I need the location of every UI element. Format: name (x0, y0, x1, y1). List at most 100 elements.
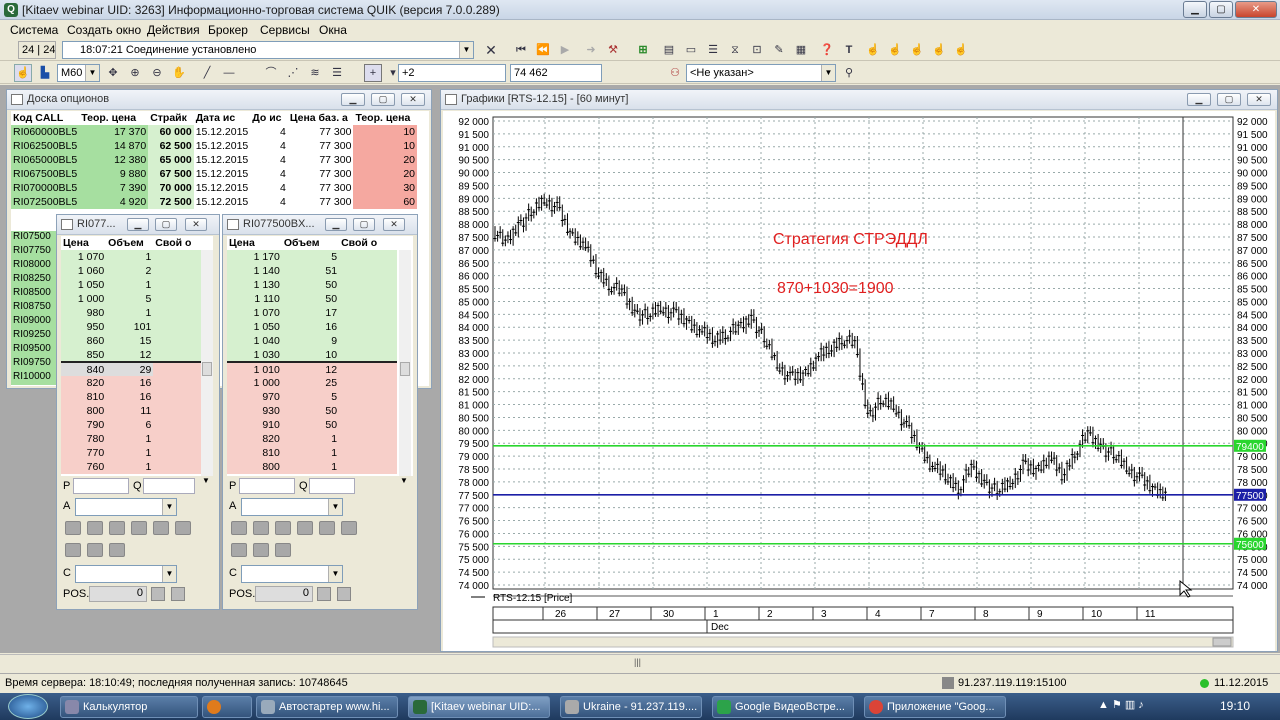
chart-bars-icon[interactable]: ▙ (36, 64, 54, 82)
value-field[interactable]: 74 462 (510, 64, 602, 82)
user-search-icon[interactable]: ⚲ (840, 64, 858, 82)
order-action-button[interactable] (131, 521, 147, 535)
hline-icon[interactable]: — (220, 64, 238, 82)
sell-row[interactable]: 1 050 16 (227, 320, 397, 334)
play-icon[interactable]: ▶ (556, 41, 574, 59)
pointer-icon[interactable]: ☝ (14, 64, 32, 82)
tray-icons[interactable]: ▲ ⚑ ▥ ♪ (1098, 698, 1144, 711)
col-header[interactable]: Свой о (153, 236, 201, 250)
order-action-button[interactable] (275, 543, 291, 557)
col-header[interactable]: Теор. цена (353, 111, 417, 125)
levels-icon[interactable]: ☰ (328, 64, 346, 82)
task-autostarter[interactable]: Автостартер www.hi... (256, 696, 398, 718)
order-action-button[interactable] (175, 521, 191, 535)
window-icon[interactable]: ▭ (682, 41, 700, 59)
sell-row[interactable]: 1 070 17 (227, 306, 397, 320)
buy-row[interactable]: 1 000 25 (227, 376, 397, 390)
order-client-select[interactable]: ▼ (241, 565, 343, 583)
sell-row[interactable]: 1 000 5 (61, 292, 201, 306)
sell-row[interactable]: 1 050 1 (61, 278, 201, 292)
price-chart[interactable]: 92 000 92 000 91 500 91 500 91 000 91 000 90 5… (443, 111, 1275, 651)
chevron-down-icon[interactable]: ▼ (821, 65, 835, 81)
chevron-down-icon[interactable]: ▼ (162, 499, 176, 515)
order-action-button[interactable] (253, 521, 269, 535)
chevron-down-icon[interactable]: ▼ (328, 566, 342, 582)
sell-row[interactable]: 1 060 2 (61, 264, 201, 278)
horizontal-scrollbar[interactable]: ||| (0, 654, 1280, 670)
close-button[interactable]: ✕ (1247, 93, 1271, 106)
hand-icon[interactable]: ☝ (864, 41, 882, 59)
close-x-icon[interactable]: ✕ (482, 41, 500, 59)
list-icon[interactable]: ☰ (704, 41, 722, 59)
menu-windows[interactable]: Окна (319, 23, 347, 37)
arrow-right-icon[interactable]: ➜ (582, 41, 600, 59)
account-combo[interactable]: <Не указан> ▼ (686, 64, 836, 82)
scroll-thumb[interactable] (202, 362, 212, 376)
buy-row[interactable]: 840 29 (61, 362, 201, 376)
pos-button[interactable] (317, 587, 331, 601)
grid-icon[interactable]: ▦ (792, 41, 810, 59)
buy-row[interactable]: 790 6 (61, 418, 201, 432)
task-google-hangouts[interactable]: Google ВидеоВстре... (712, 696, 854, 718)
buy-row[interactable]: 800 11 (61, 404, 201, 418)
maximize-button[interactable]: ▢ (1209, 1, 1233, 18)
buy-row[interactable]: 970 5 (227, 390, 397, 404)
chevron-down-icon[interactable]: ▼ (85, 65, 99, 81)
buy-row[interactable]: 780 1 (61, 432, 201, 446)
menu-services[interactable]: Сервисы (260, 23, 310, 37)
hand2-icon[interactable]: ☝ (886, 41, 904, 59)
table-row[interactable]: RI065000BL5 12 380 65 000 15.12.2015 4 77 300… (11, 153, 417, 167)
table-icon[interactable]: ▤ (660, 41, 678, 59)
sell-row[interactable]: 1 140 51 (227, 264, 397, 278)
hand-pan-icon[interactable]: ✋ (170, 64, 188, 82)
sell-row[interactable]: 1 070 1 (61, 250, 201, 264)
sell-row[interactable]: 1 170 5 (227, 250, 397, 264)
order-action-button[interactable] (319, 521, 335, 535)
order-client-select[interactable]: ▼ (75, 565, 177, 583)
order-action-button[interactable] (253, 543, 269, 557)
sell-row[interactable]: 950 101 (61, 320, 201, 334)
buy-row[interactable]: 760 1 (61, 460, 201, 474)
maximize-button[interactable]: ▢ (155, 218, 177, 231)
order-qty-input[interactable] (309, 478, 355, 494)
col-header[interactable]: Цена (61, 236, 107, 250)
order-action-button[interactable] (87, 543, 103, 557)
scrollbar[interactable]: ▼ (399, 250, 411, 485)
order-account-select[interactable]: ▼ (75, 498, 177, 516)
close-button[interactable]: ✕ (383, 218, 405, 231)
col-header[interactable]: Объем (106, 236, 154, 250)
order-price-input[interactable] (239, 478, 295, 494)
buy-row[interactable]: 770 1 (61, 446, 201, 460)
col-header[interactable]: Объем (281, 236, 340, 250)
close-button[interactable]: ✕ (1235, 1, 1277, 18)
order-account-select[interactable]: ▼ (241, 498, 343, 516)
chevron-down-icon[interactable]: ▼ (459, 42, 473, 58)
task-ukraine[interactable]: Ukraine - 91.237.119.... (560, 696, 702, 718)
line-icon[interactable]: ╱ (198, 64, 216, 82)
start-button[interactable] (8, 694, 48, 719)
sell-row[interactable]: 1 030 10 (227, 348, 397, 362)
order-action-button[interactable] (341, 521, 357, 535)
sell-row[interactable]: 1 110 50 (227, 292, 397, 306)
task-calculator[interactable]: Калькулятор (60, 696, 198, 718)
interval-combo[interactable]: M60 ▼ (57, 64, 100, 82)
fibo-icon[interactable]: ≋ (306, 64, 324, 82)
zoom-in-icon[interactable]: ⊕ (126, 64, 144, 82)
sell-row[interactable]: 980 1 (61, 306, 201, 320)
maximize-button[interactable]: ▢ (1217, 93, 1241, 106)
order-action-button[interactable] (153, 521, 169, 535)
zoom-out-icon[interactable]: ⊖ (148, 64, 166, 82)
step-field[interactable]: +2 (398, 64, 506, 82)
text-icon[interactable]: T (840, 41, 858, 59)
buy-row[interactable]: 810 1 (227, 446, 397, 460)
first-icon[interactable]: ⏮ (512, 41, 530, 59)
order-action-button[interactable] (297, 521, 313, 535)
close-button[interactable]: ✕ (185, 218, 207, 231)
edit-icon[interactable]: ✎ (770, 41, 788, 59)
chevron-down-icon[interactable]: ▼ (400, 476, 408, 485)
rewind-icon[interactable]: ⏪ (534, 41, 552, 59)
buy-row[interactable]: 910 50 (227, 418, 397, 432)
chart-scroll-thumb[interactable] (1212, 637, 1232, 647)
menu-actions[interactable]: Действия (147, 23, 200, 37)
order-action-button[interactable] (109, 543, 125, 557)
